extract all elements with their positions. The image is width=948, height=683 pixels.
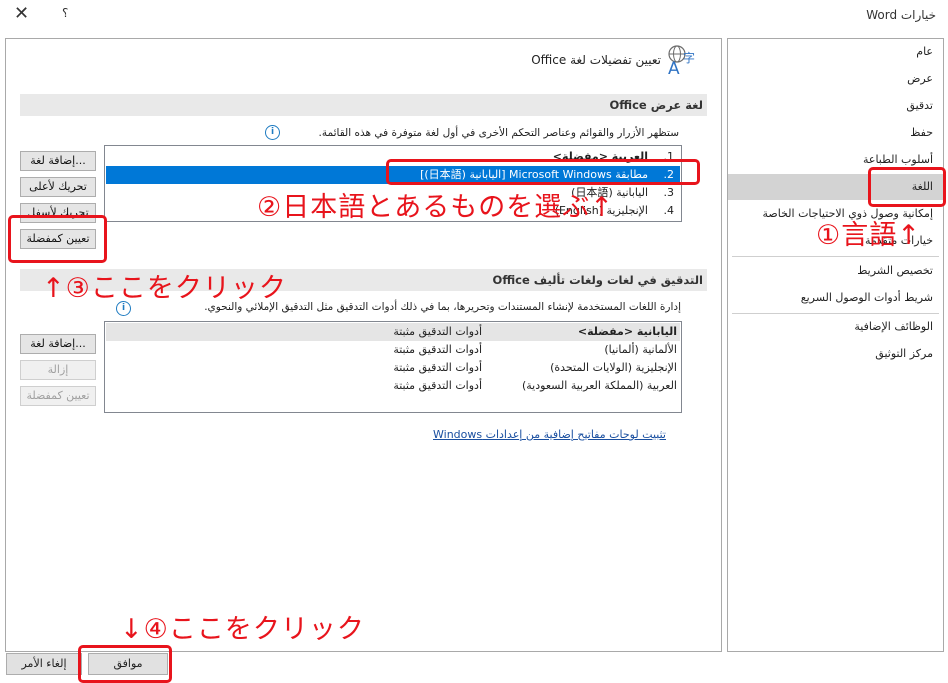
display-language-header: لغة عرض Office xyxy=(609,98,704,112)
set-preferred-proofing-button[interactable]: تعيين كمفضلة xyxy=(20,386,96,406)
ok-button[interactable]: موافق xyxy=(88,653,168,675)
display-language-description: ستظهر الأزرار والقوائم وعناصر التحكم الأ… xyxy=(318,127,679,139)
move-up-button[interactable]: تحريك لأعلى xyxy=(20,177,96,197)
sidebar-item-general[interactable]: عام xyxy=(916,45,933,58)
sidebar-item-save[interactable]: حفظ xyxy=(910,126,933,139)
move-down-button[interactable]: تحريك لأسفل xyxy=(20,203,96,223)
options-sidebar: عام عرض تدقيق حفظ أسلوب الطباعة اللغة إم… xyxy=(727,38,944,652)
sidebar-item-quick-access[interactable]: شريط أدوات الوصول السريع xyxy=(801,291,933,304)
table-row[interactable]: الإنجليزية (الولايات المتحدة) أدوات التد… xyxy=(106,359,680,377)
window-title: خيارات Word xyxy=(866,8,936,22)
annotation-step1: ①言語↑ xyxy=(816,220,921,251)
sidebar-item-addins[interactable]: الوظائف الإضافية xyxy=(854,320,933,333)
table-row[interactable]: الألمانية (ألمانيا) أدوات التدقيق مثبتة xyxy=(106,341,680,359)
annotation-step2: ②日本語とあるものを選ぶ↑ xyxy=(257,192,614,223)
display-language-item[interactable]: 1. العربية <مفضلة> xyxy=(106,148,680,166)
sidebar-item-display[interactable]: عرض xyxy=(907,72,933,85)
set-preferred-display-button[interactable]: تعيين كمفضلة xyxy=(20,229,96,249)
remove-language-button[interactable]: إزالة xyxy=(20,360,96,380)
sidebar-item-typography[interactable]: أسلوب الطباعة xyxy=(863,153,933,166)
table-row[interactable]: اليابانية <مفضلة> أدوات التدقيق مثبتة xyxy=(106,323,680,341)
proofing-header: التدقيق في لغات ولغات تأليف Office xyxy=(492,273,703,287)
proofing-language-table[interactable]: اليابانية <مفضلة> أدوات التدقيق مثبتة ال… xyxy=(104,321,682,413)
sidebar-divider xyxy=(732,256,939,257)
table-row[interactable]: العربية (المملكة العربية السعودية) أدوات… xyxy=(106,377,680,395)
sidebar-divider xyxy=(732,313,939,314)
sidebar-item-trust-center[interactable]: مركز التوثيق xyxy=(875,347,933,360)
add-proofing-language-button[interactable]: إضافة لغة... xyxy=(20,334,96,354)
sidebar-item-customize-ribbon[interactable]: تخصيص الشريط xyxy=(857,264,933,277)
display-language-header-bar xyxy=(20,94,707,116)
install-keyboards-link[interactable]: تثبيت لوحات مفاتيح إضافية من إعدادات Win… xyxy=(433,428,666,441)
page-title: تعيين تفضيلات لغة Office xyxy=(531,53,661,67)
close-icon[interactable]: ✕ xyxy=(14,3,29,24)
annotation-step4: ↓④ここをクリック xyxy=(120,614,365,645)
cancel-button[interactable]: إلغاء الأمر xyxy=(6,653,82,675)
sidebar-item-language-label[interactable]: اللغة xyxy=(912,180,933,193)
add-display-language-button[interactable]: إضافة لغة... xyxy=(20,151,96,171)
display-language-item-selected[interactable]: 2. مطابقة Microsoft Windows [اليابانية (… xyxy=(106,166,680,184)
language-icon: A 字 xyxy=(666,43,702,79)
info-icon: i xyxy=(265,125,280,140)
svg-text:A: A xyxy=(668,59,680,77)
sidebar-item-proofing[interactable]: تدقيق xyxy=(906,99,933,112)
main-pane: تعيين تفضيلات لغة Office A 字 لغة عرض Off… xyxy=(5,38,722,652)
help-icon[interactable]: ؟ xyxy=(62,6,68,20)
svg-text:字: 字 xyxy=(683,50,695,65)
annotation-step3: ↑③ここをクリック xyxy=(42,273,287,304)
